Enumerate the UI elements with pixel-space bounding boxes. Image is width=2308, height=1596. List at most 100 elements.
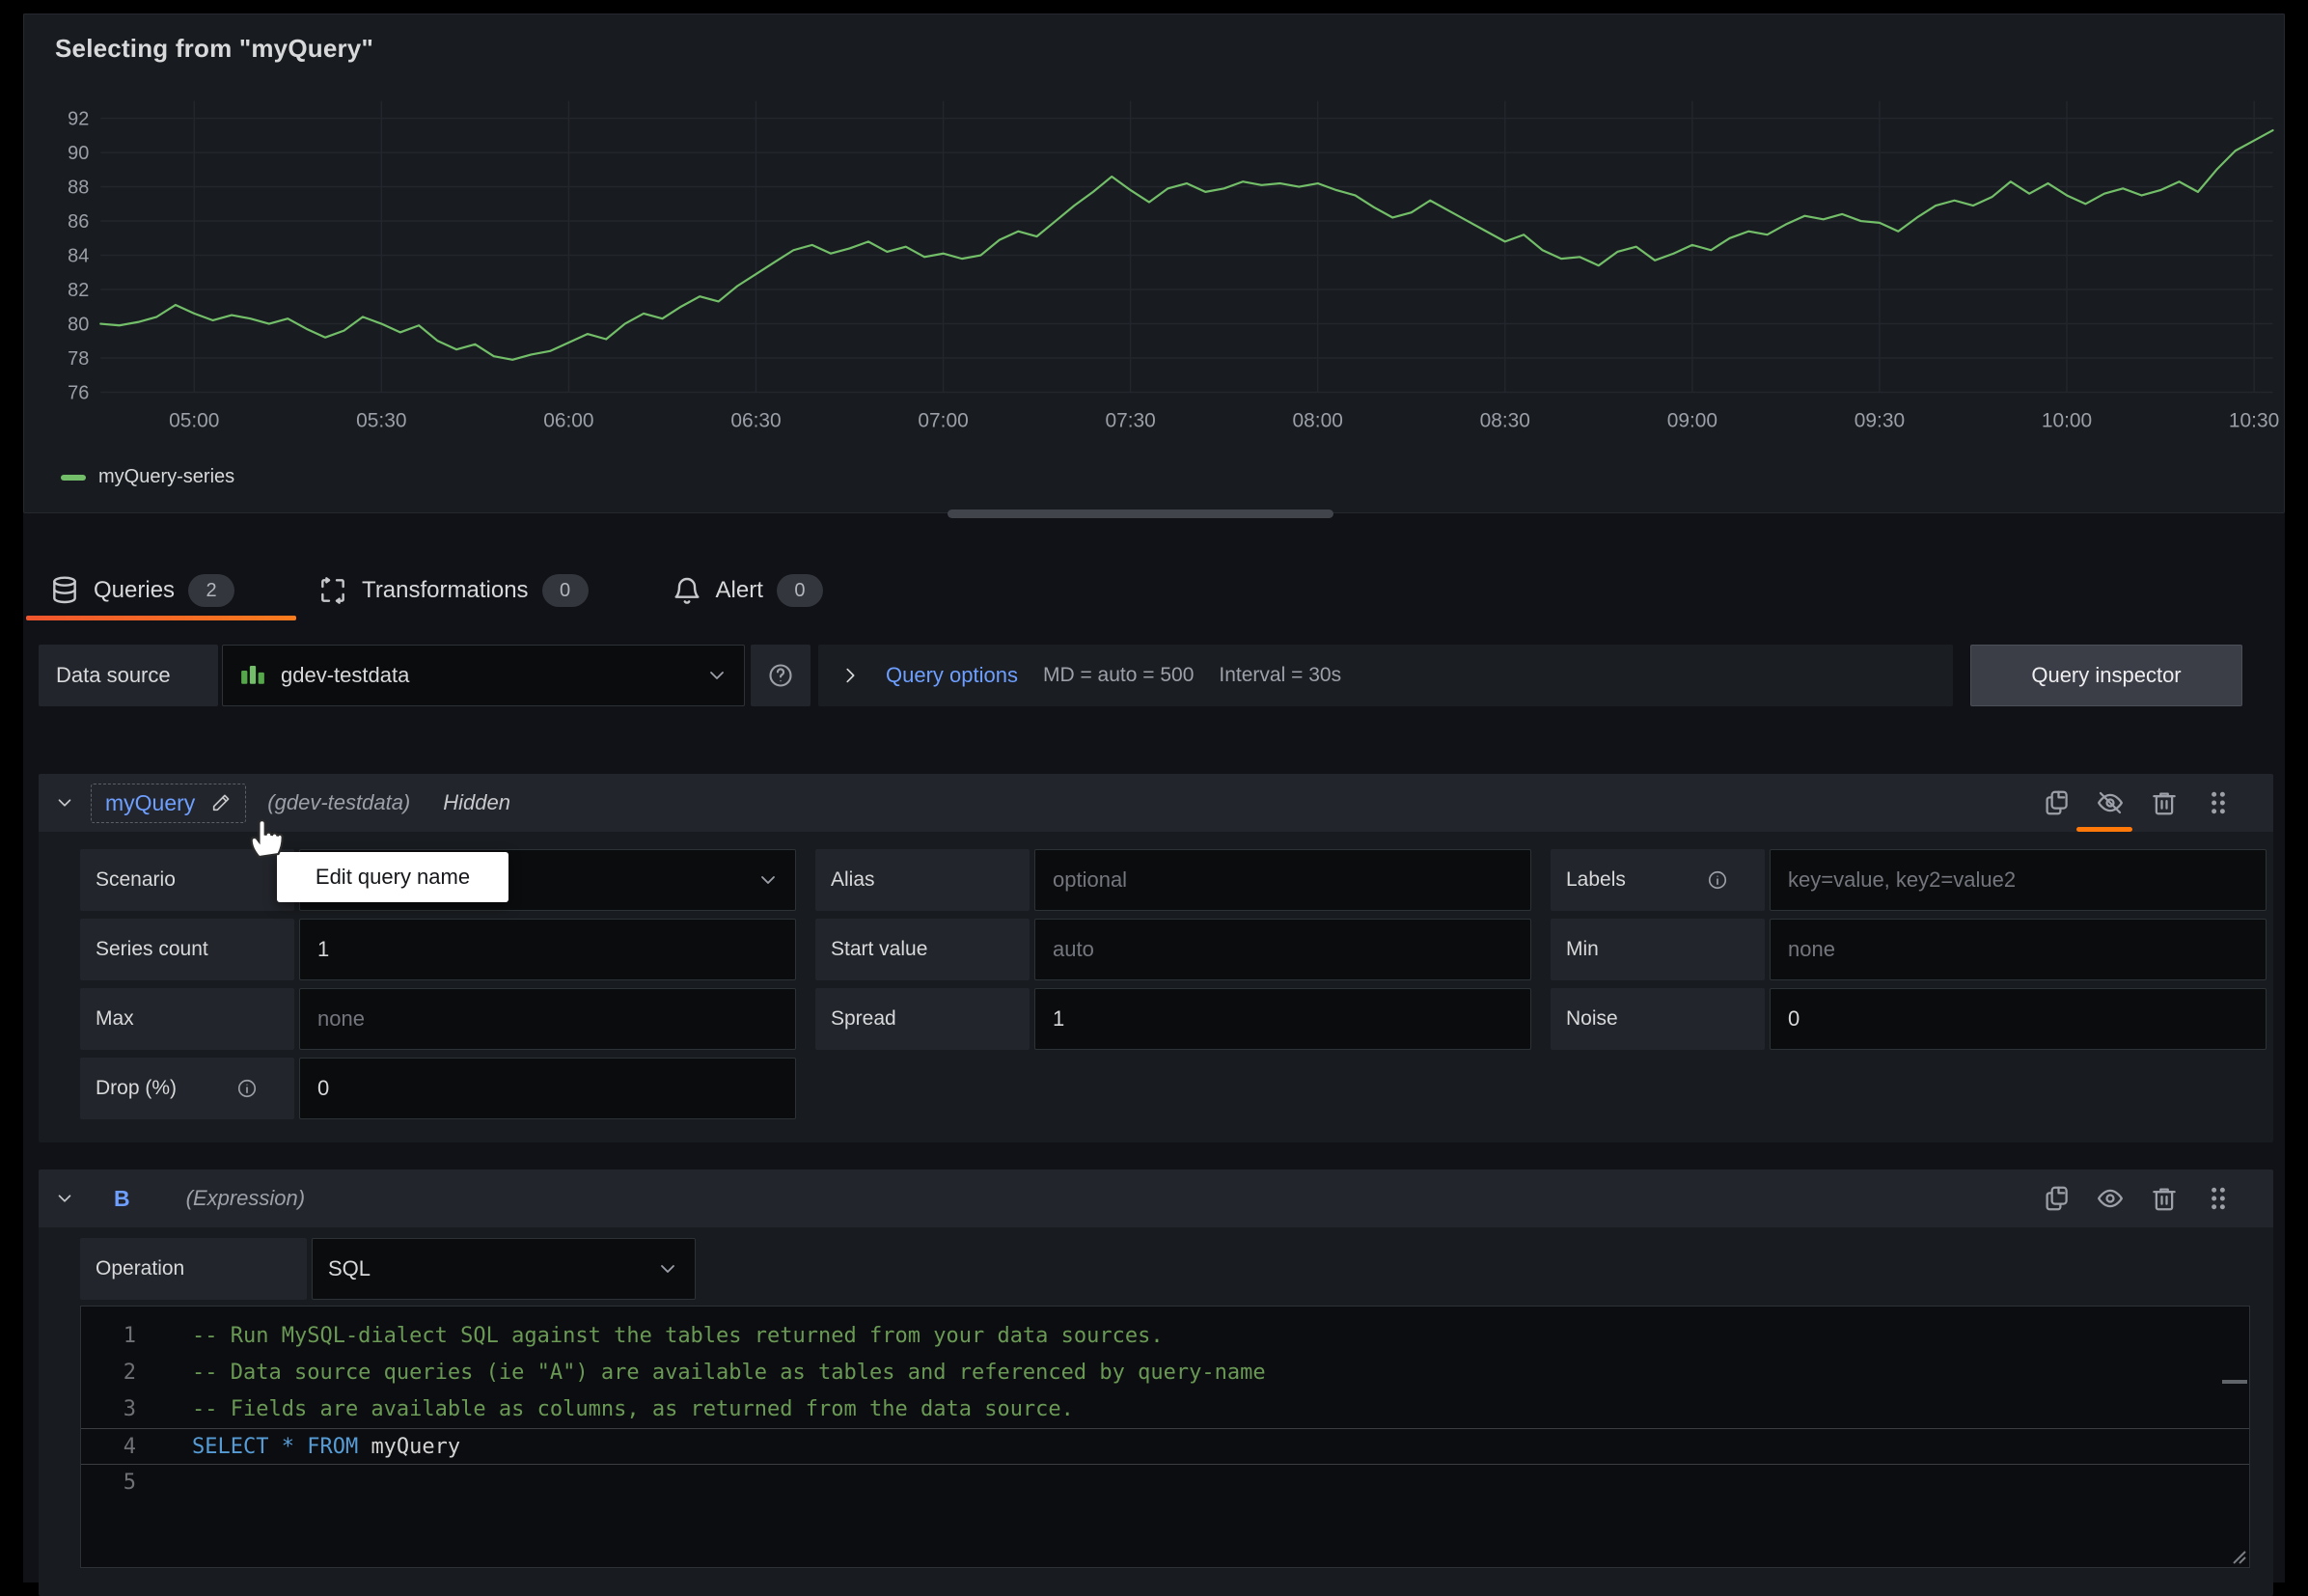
chevron-down-icon[interactable] [54,792,75,813]
sql-code-editor[interactable]: 1-- Run MySQL-dialect SQL against the ta… [80,1306,2250,1568]
eye-icon[interactable] [2096,1184,2125,1213]
field-label: Operation [80,1238,307,1300]
noise-input[interactable] [1786,1005,2250,1032]
editor-content: 76788082848688909205:0005:3006:0006:3007… [23,14,2285,1582]
query-datasource: (gdev-testdata) [267,790,410,815]
edit-query-name-tooltip: Edit query name [277,852,508,902]
query-actions [2042,1169,2233,1227]
code-line[interactable]: 4SELECT * FROM myQuery [81,1428,2249,1465]
tab-label: Queries [94,577,175,604]
query-row-header[interactable]: myQuery (gdev-testdata) Hidden [39,774,2273,832]
query-row-myquery: myQuery (gdev-testdata) Hidden [39,774,2273,1142]
svg-text:88: 88 [68,178,89,199]
tab-alert[interactable]: Alert 0 [662,574,833,607]
editor-resize-handle[interactable] [2226,1544,2247,1565]
line-number: 1 [81,1318,136,1355]
alias-input[interactable] [1051,867,1515,894]
field-series-count: Series count [80,919,796,980]
svg-text:84: 84 [68,246,89,267]
code-text: -- Run MySQL-dialect SQL against the tab… [136,1318,1164,1355]
expression-type: (Expression) [186,1186,305,1211]
drag-handle-icon[interactable] [2204,788,2233,817]
svg-text:09:30: 09:30 [1855,409,1905,431]
eye-slash-icon[interactable] [2096,788,2125,817]
bell-icon [672,575,702,606]
series-count-input[interactable] [316,936,780,963]
operation-value: SQL [328,1256,371,1281]
field-label: Start value [815,919,1030,980]
field-min: Min [1551,919,2267,980]
svg-text:07:30: 07:30 [1105,409,1155,431]
pencil-icon [210,792,232,813]
operation-select[interactable]: SQL [312,1238,696,1300]
field-operation: Operation SQL [80,1238,696,1300]
testdata-datasource-icon [238,661,267,690]
trash-icon[interactable] [2150,1184,2179,1213]
field-noise: Noise [1551,988,2267,1050]
svg-text:06:00: 06:00 [543,409,593,431]
tab-queries[interactable]: Queries 2 [40,574,244,607]
query-toolbar: Data source gdev-testdata Query options … [23,645,2285,706]
legend-swatch [61,475,86,481]
code-text: -- Fields are available as columns, as r… [136,1391,1074,1428]
info-circle-icon [1707,869,1728,891]
tab-count-badge: 0 [542,574,589,607]
svg-text:05:30: 05:30 [356,409,406,431]
svg-text:05:00: 05:00 [169,409,219,431]
duplicate-query-icon[interactable] [2042,788,2071,817]
query-options-label: Query options [886,663,1018,688]
hand-cursor [243,813,289,860]
query-name-edit[interactable]: myQuery [91,784,246,823]
svg-text:08:30: 08:30 [1480,409,1530,431]
drop-percent-input[interactable] [316,1075,780,1102]
tab-transformations[interactable]: Transformations 0 [308,574,598,607]
code-line[interactable]: 2-- Data source queries (ie "A") are ava… [81,1355,2249,1391]
query-options-md: MD = auto = 500 [1043,664,1194,687]
code-text [136,1465,192,1501]
start-value-input[interactable] [1051,936,1515,963]
field-drop: Drop (%) [80,1058,796,1119]
min-input[interactable] [1786,936,2250,963]
trash-icon[interactable] [2150,788,2179,817]
active-tab-indicator [26,616,296,620]
field-label: Max [80,988,294,1050]
chevron-down-icon[interactable] [54,1188,75,1209]
minimap-indicator[interactable] [2222,1380,2247,1384]
svg-text:10:00: 10:00 [2042,409,2092,431]
help-circle-icon [767,662,794,689]
datasource-help-button[interactable] [751,645,811,706]
labels-input[interactable] [1786,867,2250,894]
line-number: 5 [81,1465,136,1501]
field-alias: Alias [815,849,1531,911]
svg-text:08:00: 08:00 [1293,409,1343,431]
query-name: myQuery [105,790,195,816]
duplicate-query-icon[interactable] [2042,1184,2071,1213]
chevron-right-icon [839,665,861,686]
tab-label: Alert [716,577,763,604]
timeseries-chart: 76788082848688909205:0005:3006:0006:3007… [24,14,2284,512]
code-line[interactable]: 3-- Fields are available as columns, as … [81,1391,2249,1428]
transform-icon [317,575,348,606]
expression-name[interactable]: B [114,1186,130,1212]
legend-item[interactable]: myQuery-series [61,466,234,488]
spread-input[interactable] [1051,1005,1515,1032]
datasource-picker[interactable]: gdev-testdata [222,645,745,706]
line-number: 2 [81,1355,136,1391]
svg-text:90: 90 [68,143,89,164]
query-row-expression-b: B (Expression) Operation SQL [39,1169,2273,1596]
field-label: Drop (%) [80,1058,294,1119]
svg-text:92: 92 [68,109,89,130]
query-actions [2042,774,2233,832]
query-row-header[interactable]: B (Expression) [39,1169,2273,1227]
query-inspector-button[interactable]: Query inspector [1970,645,2242,706]
panel-resize-handle[interactable] [948,509,1333,518]
code-line[interactable]: 1-- Run MySQL-dialect SQL against the ta… [81,1318,2249,1355]
drag-handle-icon[interactable] [2204,1184,2233,1213]
query-hidden-state: Hidden [443,790,510,815]
info-circle-icon [236,1078,258,1099]
code-line[interactable]: 5 [81,1465,2249,1501]
max-input[interactable] [316,1005,780,1032]
query-options-header[interactable]: Query options MD = auto = 500 Interval =… [818,645,1953,706]
legend-label: myQuery-series [98,466,234,488]
field-label: Min [1551,919,1765,980]
